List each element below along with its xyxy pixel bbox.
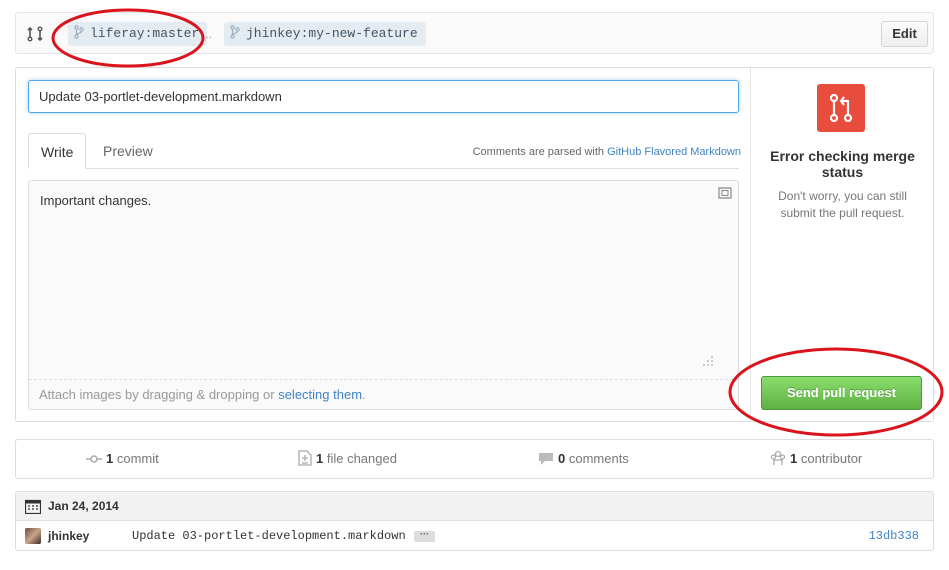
comment-icon xyxy=(539,453,553,465)
attach-prefix: Attach images by dragging & dropping or xyxy=(39,387,279,402)
contributors-label: contributor xyxy=(797,451,863,466)
comment-text: Important changes. xyxy=(40,193,152,208)
base-branch-label: liferay:master xyxy=(90,26,200,41)
resize-handle-icon[interactable] xyxy=(702,355,714,367)
organization-icon xyxy=(770,450,786,465)
branch-icon xyxy=(230,25,240,39)
commit-group-date: Jan 24, 2014 xyxy=(48,499,119,513)
branch-icon xyxy=(74,25,84,39)
form-area: Write Preview Comments are parsed with G… xyxy=(16,68,751,421)
markdown-help-link[interactable]: GitHub Flavored Markdown xyxy=(607,146,741,158)
pull-request-form: Write Preview Comments are parsed with G… xyxy=(15,67,934,422)
file-diff-icon xyxy=(298,450,312,466)
calendar-icon xyxy=(25,499,41,514)
head-branch-label: jhinkey:my-new-feature xyxy=(246,26,418,41)
pr-stats-bar: 1 commit 1 file changed 0 comments 1 con… xyxy=(15,439,934,479)
merge-status-panel: Error checking merge status Don't worry,… xyxy=(750,68,933,421)
markdown-note-prefix: Comments are parsed with xyxy=(472,146,608,158)
expand-commit-button[interactable]: ··· xyxy=(414,530,435,542)
merge-status-description: Don't worry, you can still submit the pu… xyxy=(778,189,907,220)
base-branch-selector[interactable]: liferay:master xyxy=(68,22,208,46)
comments-label: comments xyxy=(565,451,629,466)
branch-separator: ... xyxy=(202,27,213,41)
commit-message[interactable]: Update 03-portlet-development.markdown xyxy=(132,521,406,550)
files-label: file changed xyxy=(323,451,397,466)
commit-author[interactable]: jhinkey xyxy=(48,521,89,550)
stat-comments[interactable]: 0 comments xyxy=(538,440,629,478)
compare-arrows-icon xyxy=(27,26,43,42)
fullscreen-icon[interactable] xyxy=(718,187,732,199)
attach-images-bar[interactable]: Attach images by dragging & dropping or … xyxy=(29,379,738,409)
comment-textarea[interactable]: Important changes. Attach images by drag… xyxy=(28,180,739,410)
tab-write[interactable]: Write xyxy=(28,133,87,169)
commits-label: commit xyxy=(113,451,159,466)
markdown-note: Comments are parsed with GitHub Flavored… xyxy=(473,146,741,158)
merge-status-title: Error checking merge status xyxy=(770,148,915,180)
commit-list: Jan 24, 2014 jhinkey Update 03-portlet-d… xyxy=(15,491,934,551)
stat-files[interactable]: 1 file changed xyxy=(298,440,397,478)
avatar[interactable] xyxy=(25,528,41,544)
select-files-link[interactable]: selecting them xyxy=(278,387,362,402)
table-row: jhinkey Update 03-portlet-development.ma… xyxy=(16,521,933,550)
send-pull-request-button[interactable]: Send pull request xyxy=(761,376,922,410)
pr-title-input[interactable] xyxy=(28,80,739,113)
head-branch-selector[interactable]: jhinkey:my-new-feature xyxy=(224,22,426,46)
stat-commits[interactable]: 1 commit xyxy=(86,440,159,478)
commit-icon xyxy=(86,455,102,463)
edit-button[interactable]: Edit xyxy=(881,21,928,47)
commit-group-header: Jan 24, 2014 xyxy=(16,492,933,521)
tab-divider xyxy=(28,168,739,169)
attach-suffix: . xyxy=(362,387,366,402)
compare-bar: liferay:master ... jhinkey:my-new-featur… xyxy=(15,12,934,54)
stat-contributors[interactable]: 1 contributor xyxy=(770,440,862,478)
commit-sha[interactable]: 13db338 xyxy=(869,521,919,550)
tab-preview[interactable]: Preview xyxy=(91,133,165,169)
git-pull-request-icon xyxy=(817,84,865,132)
